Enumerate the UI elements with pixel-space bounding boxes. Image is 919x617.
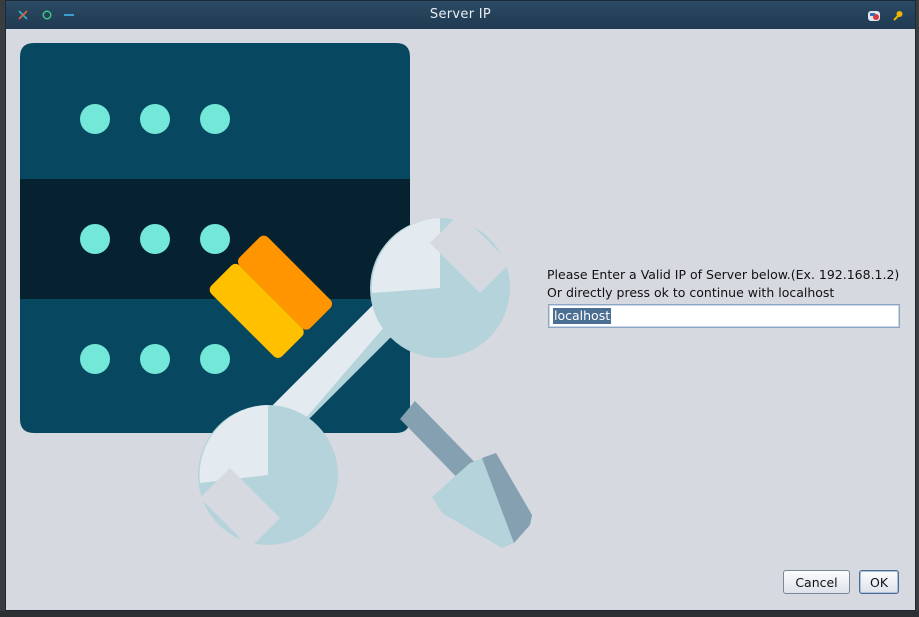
instruction-line-1: Please Enter a Valid IP of Server below.… (547, 267, 900, 282)
server-tools-illustration (20, 43, 532, 548)
cancel-button[interactable]: Cancel (783, 570, 850, 594)
instruction-text: Please Enter a Valid IP of Server below.… (547, 266, 899, 302)
window-title: Server IP (429, 7, 492, 22)
instruction-line-2: Or directly press ok to continue with lo… (547, 285, 835, 300)
ok-button[interactable]: OK (859, 570, 899, 594)
title-bar[interactable]: Server IP (6, 1, 915, 29)
desktop-background (0, 611, 919, 617)
server-ip-dialog: Server IP Please Enter a Valid IP of Ser… (5, 0, 916, 611)
app-badge-icon[interactable] (867, 9, 881, 23)
key-icon[interactable] (891, 9, 905, 23)
server-ip-input[interactable] (548, 304, 900, 328)
